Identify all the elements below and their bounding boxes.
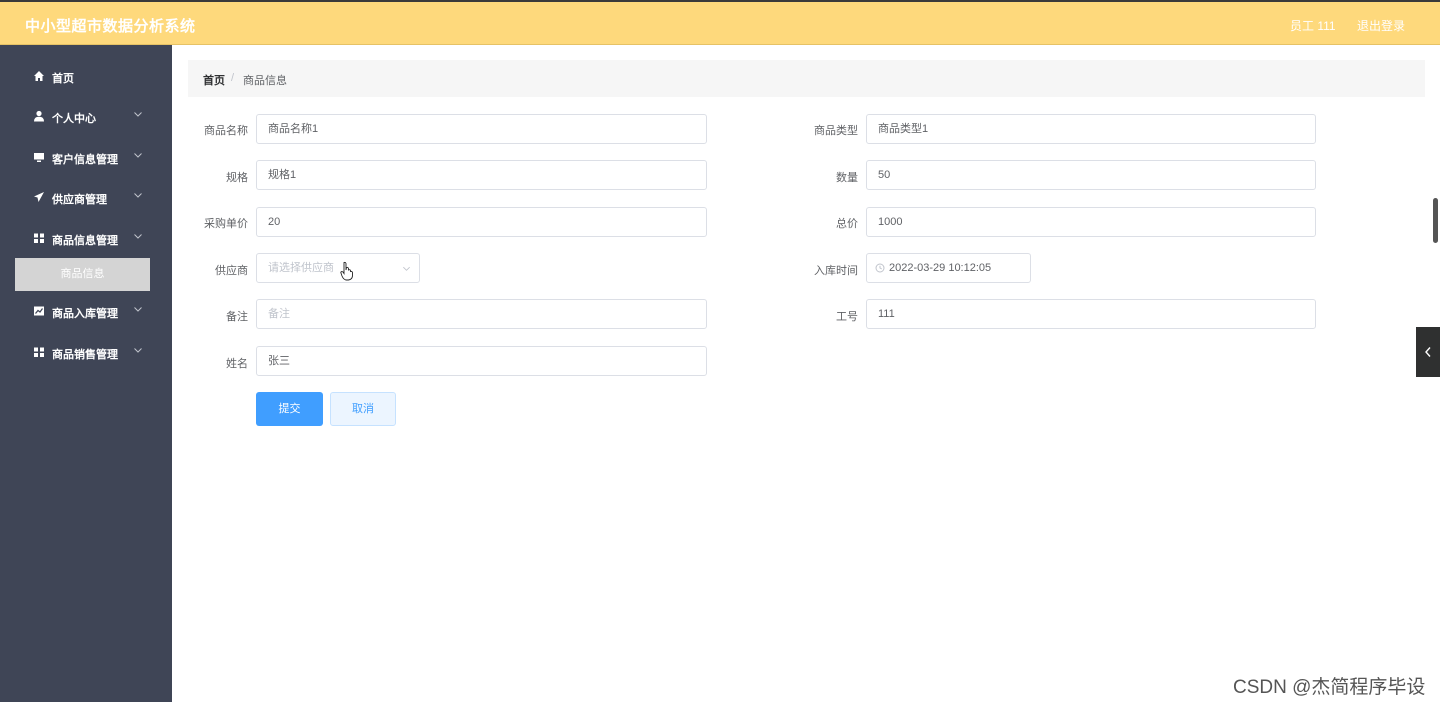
supplier-select-placeholder: 请选择供应商: [268, 262, 334, 274]
app-title: 中小型超市数据分析系统: [25, 18, 196, 35]
remark-label: 备注: [226, 311, 248, 323]
sidebar-item-stock-in[interactable]: 商品入库管理: [0, 291, 172, 331]
quantity-input[interactable]: 50: [866, 160, 1316, 190]
quantity-label: 数量: [836, 172, 858, 184]
product-name-input[interactable]: 商品名称1: [256, 114, 707, 144]
breadcrumb-home[interactable]: 首页: [203, 72, 225, 88]
breadcrumb-separator: /: [231, 72, 235, 84]
remark-input[interactable]: 备注: [256, 299, 707, 329]
supplier-select[interactable]: 请选择供应商: [256, 253, 420, 283]
stock-time-label: 入库时间: [814, 265, 858, 277]
sidebar-item-label: 个人中心: [52, 113, 96, 125]
chevron-left-icon: [1425, 347, 1431, 357]
breadcrumb: 首页 / 商品信息: [188, 60, 1425, 97]
sidebar-item-label: 商品入库管理: [52, 308, 118, 320]
employee-no-input[interactable]: 111: [866, 299, 1316, 329]
user-icon: [34, 110, 44, 122]
spec-input[interactable]: 规格1: [256, 160, 707, 190]
product-name-label: 商品名称: [204, 125, 248, 137]
employee-no-label: 工号: [836, 311, 858, 323]
product-type-input[interactable]: 商品类型1: [866, 114, 1316, 144]
sidebar-item-label: 供应商管理: [52, 194, 107, 206]
submit-button[interactable]: 提交: [256, 392, 323, 426]
cancel-button[interactable]: 取消: [330, 392, 396, 426]
chevron-down-icon: [134, 348, 142, 353]
grid-icon: [34, 347, 44, 357]
sidebar-item-label: 客户信息管理: [52, 154, 118, 166]
product-type-label: 商品类型: [814, 125, 858, 137]
grid-icon: [34, 233, 44, 243]
sidebar: 首页 个人中心 客户信息管理 供应商管理 商品信息管理 商品信息 商品入库管理 …: [0, 45, 172, 702]
top-header: 中小型超市数据分析系统 员工 111 退出登录: [0, 0, 1440, 45]
unit-price-input[interactable]: 20: [256, 207, 707, 237]
breadcrumb-current: 商品信息: [243, 75, 287, 87]
chevron-down-icon: [134, 193, 142, 198]
home-icon: [34, 71, 44, 81]
name-label: 姓名: [226, 358, 248, 370]
chevron-down-icon: [134, 234, 142, 239]
stock-time-value: 2022-03-29 10:12:05: [889, 262, 992, 274]
sidebar-item-label: 首页: [52, 73, 74, 85]
stock-time-picker[interactable]: 2022-03-29 10:12:05: [866, 253, 1031, 283]
spec-label: 规格: [226, 172, 248, 184]
chart-icon: [34, 306, 44, 316]
page-scrollbar[interactable]: [1433, 198, 1438, 243]
clock-icon: [875, 263, 885, 273]
supplier-label: 供应商: [215, 265, 248, 277]
sidebar-item-customer[interactable]: 客户信息管理: [0, 137, 172, 177]
side-panel-toggle[interactable]: [1416, 327, 1440, 377]
hand-cursor-icon: [340, 261, 353, 281]
sidebar-item-product-info[interactable]: 商品信息管理: [0, 218, 172, 258]
chevron-down-icon: [134, 153, 142, 158]
total-price-label: 总价: [836, 218, 858, 230]
sidebar-item-label: 商品信息管理: [52, 235, 118, 247]
chevron-down-icon: [403, 266, 410, 271]
monitor-icon: [34, 153, 44, 162]
current-user-label: 员工 111: [1290, 19, 1336, 33]
sidebar-item-home[interactable]: 首页: [0, 56, 172, 96]
send-icon: [34, 192, 44, 202]
total-price-input[interactable]: 1000: [866, 207, 1316, 237]
name-input[interactable]: 张三: [256, 346, 707, 376]
chevron-down-icon: [134, 307, 142, 312]
sidebar-item-supplier[interactable]: 供应商管理: [0, 177, 172, 217]
sidebar-subitem-product-info[interactable]: 商品信息: [15, 258, 150, 291]
sidebar-item-label: 商品销售管理: [52, 349, 118, 361]
unit-price-label: 采购单价: [204, 218, 248, 230]
chevron-down-icon: [134, 112, 142, 117]
sidebar-item-sales[interactable]: 商品销售管理: [0, 332, 172, 372]
sidebar-item-personal-center[interactable]: 个人中心: [0, 96, 172, 136]
watermark-text: CSDN @杰简程序毕设: [1233, 677, 1426, 698]
logout-link[interactable]: 退出登录: [1357, 17, 1405, 34]
